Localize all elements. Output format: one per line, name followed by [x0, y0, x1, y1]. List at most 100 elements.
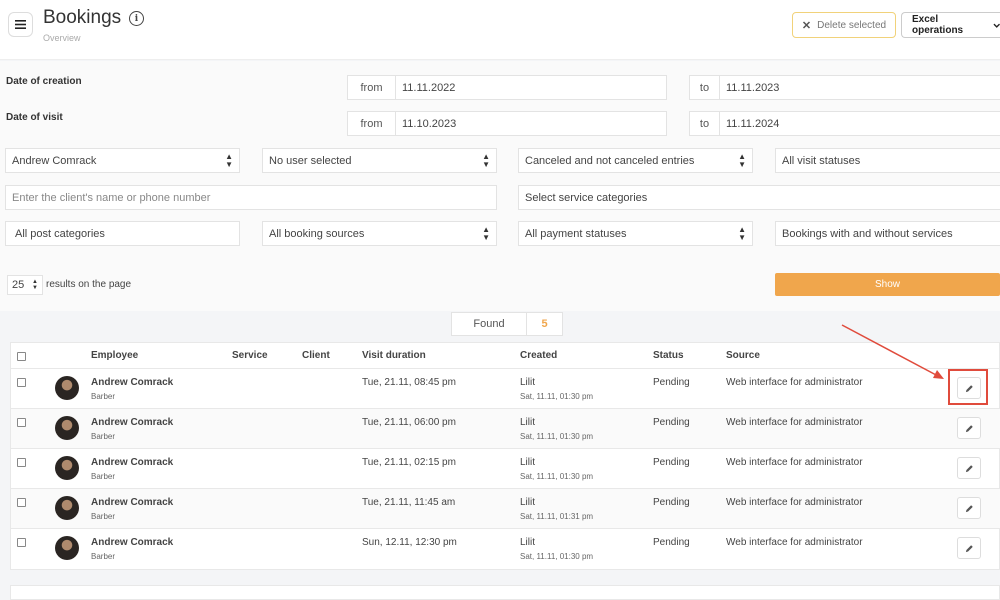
booking-sources-select[interactable]: All booking sources ▲ ▼	[262, 221, 497, 246]
creation-from-field[interactable]: from 11.11.2022	[347, 75, 667, 100]
row-checkbox[interactable]	[17, 498, 26, 507]
sort-caret-icon: ▲ ▼	[738, 224, 746, 242]
employee-role: Barber	[91, 432, 116, 441]
edit-button[interactable]	[957, 417, 981, 439]
user-select-value: No user selected	[269, 154, 352, 167]
services-filter-value: Bookings with and without services	[782, 227, 953, 240]
edit-button[interactable]	[957, 457, 981, 479]
user-select[interactable]: No user selected ▲ ▼	[262, 148, 497, 173]
avatar	[55, 496, 79, 520]
sort-caret-icon: ▲ ▼	[32, 279, 38, 291]
visit-from-field[interactable]: from 11.10.2023	[347, 111, 667, 136]
found-counter: Found 5	[451, 312, 563, 336]
services-filter-select[interactable]: Bookings with and without services	[775, 221, 1000, 246]
employee-name[interactable]: Andrew Comrack	[91, 457, 173, 468]
pencil-icon	[965, 424, 973, 432]
col-visit-duration[interactable]: Visit duration	[362, 350, 426, 361]
filters-panel: Date of creation from 11.11.2022 to 11.1…	[0, 61, 1000, 311]
client-search-input[interactable]: Enter the client's name or phone number	[5, 185, 497, 210]
page-subtitle: Overview	[43, 33, 81, 43]
per-page-label: results on the page	[46, 279, 132, 290]
to-label: to	[690, 76, 720, 99]
edit-button[interactable]	[957, 537, 981, 559]
employee-role: Barber	[91, 552, 116, 561]
menu-button[interactable]	[8, 12, 33, 37]
employee-role: Barber	[91, 512, 116, 521]
row-checkbox[interactable]	[17, 538, 26, 547]
select-all-checkbox[interactable]	[17, 352, 26, 361]
delete-selected-button[interactable]: ✕ Delete selected	[792, 12, 896, 38]
row-checkbox[interactable]	[17, 458, 26, 467]
booking-sources-value: All booking sources	[269, 227, 365, 240]
avatar	[55, 376, 79, 400]
chevron-down-icon	[993, 23, 1000, 28]
col-service[interactable]: Service	[232, 350, 268, 361]
payment-statuses-select[interactable]: All payment statuses ▲ ▼	[518, 221, 753, 246]
to-label: to	[690, 112, 720, 135]
visit-time: Tue, 21.11, 11:45 am	[362, 497, 456, 508]
table-row[interactable]: Andrew Comrack Barber Tue, 21.11, 02:15 …	[11, 449, 1000, 489]
table-row[interactable]: Andrew Comrack Barber Tue, 21.11, 11:45 …	[11, 489, 1000, 529]
source-text: Web interface for administrator	[726, 537, 863, 548]
table-row[interactable]: Andrew Comrack Barber Tue, 21.11, 08:45 …	[11, 369, 1000, 409]
source-text: Web interface for administrator	[726, 417, 863, 428]
show-button[interactable]: Show	[775, 273, 1000, 296]
edit-button[interactable]	[957, 497, 981, 519]
status-text: Pending	[653, 497, 690, 508]
date-of-creation-label: Date of creation	[6, 76, 82, 87]
info-icon[interactable]: i	[129, 11, 144, 26]
page-title: Bookings	[43, 7, 122, 28]
visit-time: Tue, 21.11, 06:00 pm	[362, 417, 456, 428]
col-client[interactable]: Client	[302, 350, 330, 361]
employee-role: Barber	[91, 472, 116, 481]
per-page-select[interactable]: 25 ▲ ▼	[7, 275, 43, 295]
service-categories-select[interactable]: Select service categories	[518, 185, 1000, 210]
from-label: from	[348, 76, 396, 99]
date-of-visit-label: Date of visit	[6, 112, 63, 123]
table-row[interactable]: Andrew Comrack Barber Sun, 12.11, 12:30 …	[11, 529, 1000, 569]
visit-to-field[interactable]: to 11.11.2024	[689, 111, 1000, 136]
employee-name[interactable]: Andrew Comrack	[91, 377, 173, 388]
creation-to-field[interactable]: to 11.11.2023	[689, 75, 1000, 100]
employee-name[interactable]: Andrew Comrack	[91, 417, 173, 428]
visit-status-select[interactable]: All visit statuses	[775, 148, 1000, 173]
status-text: Pending	[653, 377, 690, 388]
from-label: from	[348, 112, 396, 135]
row-checkbox[interactable]	[17, 418, 26, 427]
created-at: Sat, 11.11, 01:30 pm	[520, 392, 594, 401]
source-text: Web interface for administrator	[726, 497, 863, 508]
created-at: Sat, 11.11, 01:31 pm	[520, 512, 594, 521]
col-created[interactable]: Created	[520, 350, 557, 361]
annotation-highlight-box	[948, 369, 988, 405]
client-search-placeholder: Enter the client's name or phone number	[12, 191, 211, 204]
service-categories-value: Select service categories	[525, 191, 648, 204]
excel-operations-button[interactable]: Excel operations	[901, 12, 1000, 38]
post-categories-select[interactable]: All post categories	[5, 221, 240, 246]
col-employee[interactable]: Employee	[91, 350, 138, 361]
created-at: Sat, 11.11, 01:30 pm	[520, 552, 594, 561]
creation-to-value: 11.11.2023	[726, 81, 780, 94]
page-header: Bookings i Overview ✕ Delete selected Ex…	[0, 0, 1000, 60]
col-status[interactable]: Status	[653, 350, 684, 361]
close-icon: ✕	[801, 19, 812, 32]
employee-name[interactable]: Andrew Comrack	[91, 497, 173, 508]
employee-select[interactable]: Andrew Comrack ▲ ▼	[5, 148, 240, 173]
found-count: 5	[541, 318, 548, 330]
table-row[interactable]: Andrew Comrack Barber Tue, 21.11, 06:00 …	[11, 409, 1000, 449]
per-page-value: 25	[12, 279, 25, 291]
canceled-select[interactable]: Canceled and not canceled entries ▲ ▼	[518, 148, 753, 173]
col-source[interactable]: Source	[726, 350, 760, 361]
canceled-select-value: Canceled and not canceled entries	[525, 154, 695, 167]
avatar	[55, 416, 79, 440]
delete-selected-label: Delete selected	[817, 19, 887, 31]
excel-operations-label: Excel operations	[912, 14, 964, 36]
created-at: Sat, 11.11, 01:30 pm	[520, 472, 594, 481]
source-text: Web interface for administrator	[726, 457, 863, 468]
employee-name[interactable]: Andrew Comrack	[91, 537, 173, 548]
created-by: Lilit	[520, 377, 536, 388]
visit-time: Tue, 21.11, 08:45 pm	[362, 377, 456, 388]
sort-caret-icon: ▲ ▼	[482, 151, 490, 169]
creation-from-value: 11.11.2022	[402, 81, 456, 94]
pencil-icon	[965, 504, 973, 512]
row-checkbox[interactable]	[17, 378, 26, 387]
